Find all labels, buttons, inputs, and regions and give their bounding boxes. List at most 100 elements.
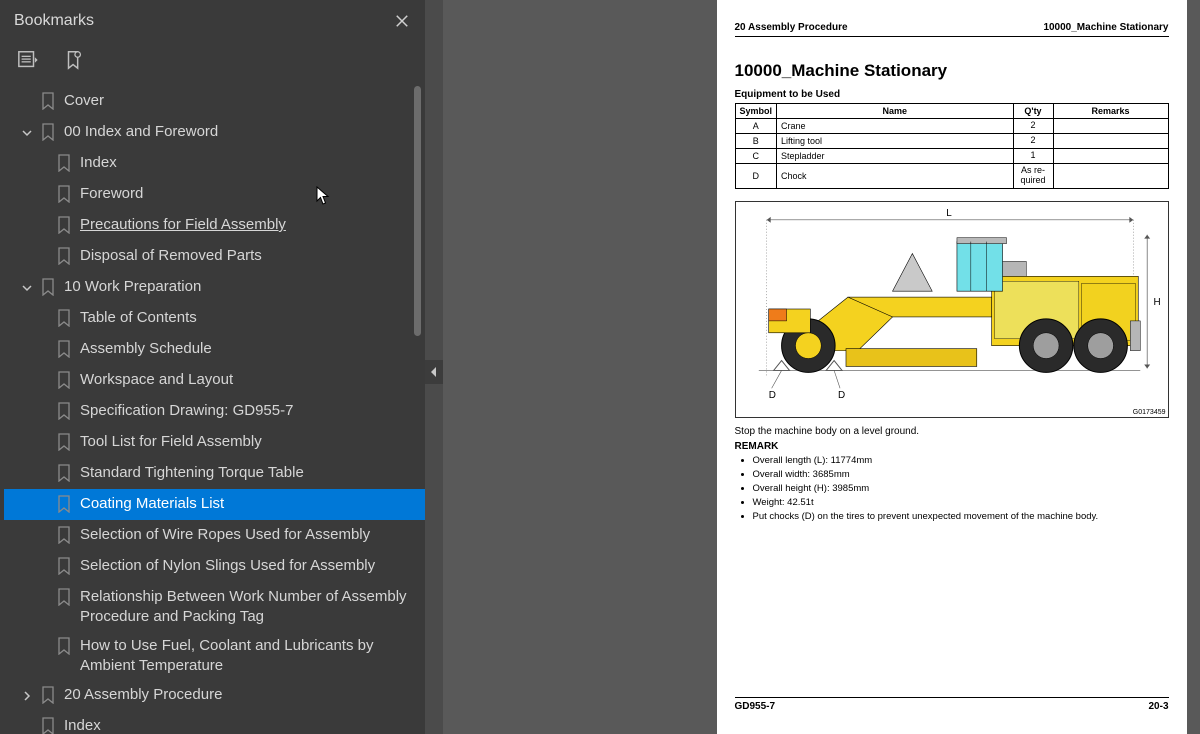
list-item: Overall width: 3685mm — [753, 469, 1169, 480]
bookmark-label: 20 Assembly Procedure — [64, 684, 419, 705]
list-item: Overall length (L): 11774mm — [753, 455, 1169, 466]
table-row: DChockAs re-quired — [735, 164, 1168, 189]
page-footer-right: 20-3 — [1148, 701, 1168, 712]
remark-heading: REMARK — [735, 441, 1169, 452]
bookmark-label: Coating Materials List — [80, 493, 419, 514]
equipment-heading: Equipment to be Used — [735, 89, 1169, 100]
bookmark-item-disposal[interactable]: Disposal of Removed Parts — [4, 241, 425, 272]
machine-diagram: L H D D — [735, 201, 1169, 418]
col-remarks: Remarks — [1053, 104, 1168, 119]
bookmark-label: Selection of Nylon Slings Used for Assem… — [80, 555, 419, 576]
page-footer-left: GD955-7 — [735, 701, 776, 712]
bookmark-label: Relationship Between Work Number of Asse… — [80, 586, 419, 627]
bookmark-label: Index — [80, 152, 419, 173]
bookmark-tag-icon[interactable] — [60, 49, 88, 71]
close-icon[interactable] — [393, 12, 411, 30]
page-note: Stop the machine body on a level ground. — [735, 426, 1169, 437]
bookmark-item-rel[interactable]: Relationship Between Work Number of Asse… — [4, 582, 425, 631]
bookmark-label: Table of Contents — [80, 307, 419, 328]
page-header-left: 20 Assembly Procedure — [735, 22, 848, 33]
bookmark-item-foreword[interactable]: Foreword — [4, 179, 425, 210]
chevron-right-icon[interactable] — [18, 687, 36, 705]
page-header-right: 10000_Machine Stationary — [1043, 22, 1168, 33]
bookmark-label: Index — [64, 715, 419, 734]
table-row: ACrane2 — [735, 119, 1168, 134]
bookmark-item-wl[interactable]: Workspace and Layout — [4, 365, 425, 396]
bookmark-item-i20[interactable]: 20 Assembly Procedure — [4, 680, 425, 711]
bookmark-icon — [56, 557, 72, 575]
document-canvas: 20 Assembly Procedure 10000_Machine Stat… — [443, 0, 1200, 734]
table-row: BLifting tool2 — [735, 134, 1168, 149]
outline-options-icon[interactable] — [14, 49, 42, 71]
bookmark-icon — [40, 686, 56, 704]
bookmark-label: 10 Work Preparation — [64, 276, 419, 297]
bookmark-item-cover[interactable]: Cover — [4, 86, 425, 117]
list-item: Weight: 42.51t — [753, 497, 1169, 508]
page-title: 10000_Machine Stationary — [735, 61, 1169, 81]
svg-text:L: L — [946, 208, 952, 219]
panel-splitter[interactable] — [425, 0, 443, 734]
bookmark-tree: Cover 00 Index and Foreword Index Foreword P… — [0, 82, 425, 734]
bookmark-item-i0[interactable]: 00 Index and Foreword — [4, 117, 425, 148]
scrollbar-thumb[interactable] — [414, 86, 421, 336]
bookmark-icon — [56, 464, 72, 482]
bookmark-item-coating[interactable]: Coating Materials List — [4, 489, 425, 520]
bookmark-item-i10[interactable]: 10 Work Preparation — [4, 272, 425, 303]
bookmark-item-wire[interactable]: Selection of Wire Ropes Used for Assembl… — [4, 520, 425, 551]
bookmark-icon — [40, 278, 56, 296]
diagram-id: G0173459 — [1133, 409, 1166, 416]
svg-text:D: D — [838, 390, 845, 401]
bookmark-label: Disposal of Removed Parts — [80, 245, 419, 266]
bookmark-icon — [56, 216, 72, 234]
col-name: Name — [777, 104, 1013, 119]
document-page: 20 Assembly Procedure 10000_Machine Stat… — [717, 0, 1187, 734]
bookmark-icon — [56, 185, 72, 203]
bookmark-icon — [56, 371, 72, 389]
table-row: CStepladder1 — [735, 149, 1168, 164]
bookmark-item-index2[interactable]: Index — [4, 711, 425, 734]
chevron-down-icon[interactable] — [18, 279, 36, 297]
bookmark-icon — [56, 526, 72, 544]
bookmark-item-nylon[interactable]: Selection of Nylon Slings Used for Assem… — [4, 551, 425, 582]
splitter-collapse-icon[interactable] — [425, 360, 443, 384]
bookmark-item-spec[interactable]: Specification Drawing: GD955-7 — [4, 396, 425, 427]
col-symbol: Symbol — [735, 104, 777, 119]
bookmark-item-torque[interactable]: Standard Tightening Torque Table — [4, 458, 425, 489]
bookmark-icon — [40, 717, 56, 734]
bookmark-item-fuel[interactable]: How to Use Fuel, Coolant and Lubricants … — [4, 631, 425, 680]
bookmark-icon — [56, 495, 72, 513]
chevron-down-icon[interactable] — [18, 124, 36, 142]
bookmark-label: Selection of Wire Ropes Used for Assembl… — [80, 524, 419, 545]
col-qty: Q'ty — [1013, 104, 1053, 119]
equipment-table: Symbol Name Q'ty Remarks ACrane2BLifting… — [735, 103, 1169, 189]
bookmarks-panel: Bookmarks Cover 00 Index and Foreword Inde… — [0, 0, 425, 734]
bookmark-icon — [56, 402, 72, 420]
bookmark-label: Assembly Schedule — [80, 338, 419, 359]
svg-text:H: H — [1153, 297, 1160, 308]
bookmark-icon — [56, 309, 72, 327]
bookmark-icon — [56, 433, 72, 451]
bookmark-label: Cover — [64, 90, 419, 111]
list-item: Overall height (H): 3985mm — [753, 483, 1169, 494]
bookmark-icon — [40, 123, 56, 141]
bookmark-label: Specification Drawing: GD955-7 — [80, 400, 419, 421]
bookmark-label: Precautions for Field Assembly — [80, 214, 419, 235]
mouse-cursor-icon — [316, 186, 332, 206]
bookmark-label: Tool List for Field Assembly — [80, 431, 419, 452]
bookmark-label: 00 Index and Foreword — [64, 121, 419, 142]
bookmark-item-tool[interactable]: Tool List for Field Assembly — [4, 427, 425, 458]
bookmark-label: Standard Tightening Torque Table — [80, 462, 419, 483]
bookmark-icon — [56, 340, 72, 358]
bookmark-item-precautions[interactable]: Precautions for Field Assembly — [4, 210, 425, 241]
bookmark-icon — [56, 247, 72, 265]
list-item: Put chocks (D) on the tires to prevent u… — [753, 511, 1169, 522]
remark-list: Overall length (L): 11774mm Overall width… — [735, 452, 1169, 522]
bookmark-item-toc[interactable]: Table of Contents — [4, 303, 425, 334]
bookmark-item-index1[interactable]: Index — [4, 148, 425, 179]
bookmark-label: How to Use Fuel, Coolant and Lubricants … — [80, 635, 419, 676]
bookmark-label: Foreword — [80, 183, 419, 204]
panel-title: Bookmarks — [14, 12, 94, 30]
bookmark-item-sched[interactable]: Assembly Schedule — [4, 334, 425, 365]
bookmark-icon — [56, 154, 72, 172]
bookmark-icon — [40, 92, 56, 110]
